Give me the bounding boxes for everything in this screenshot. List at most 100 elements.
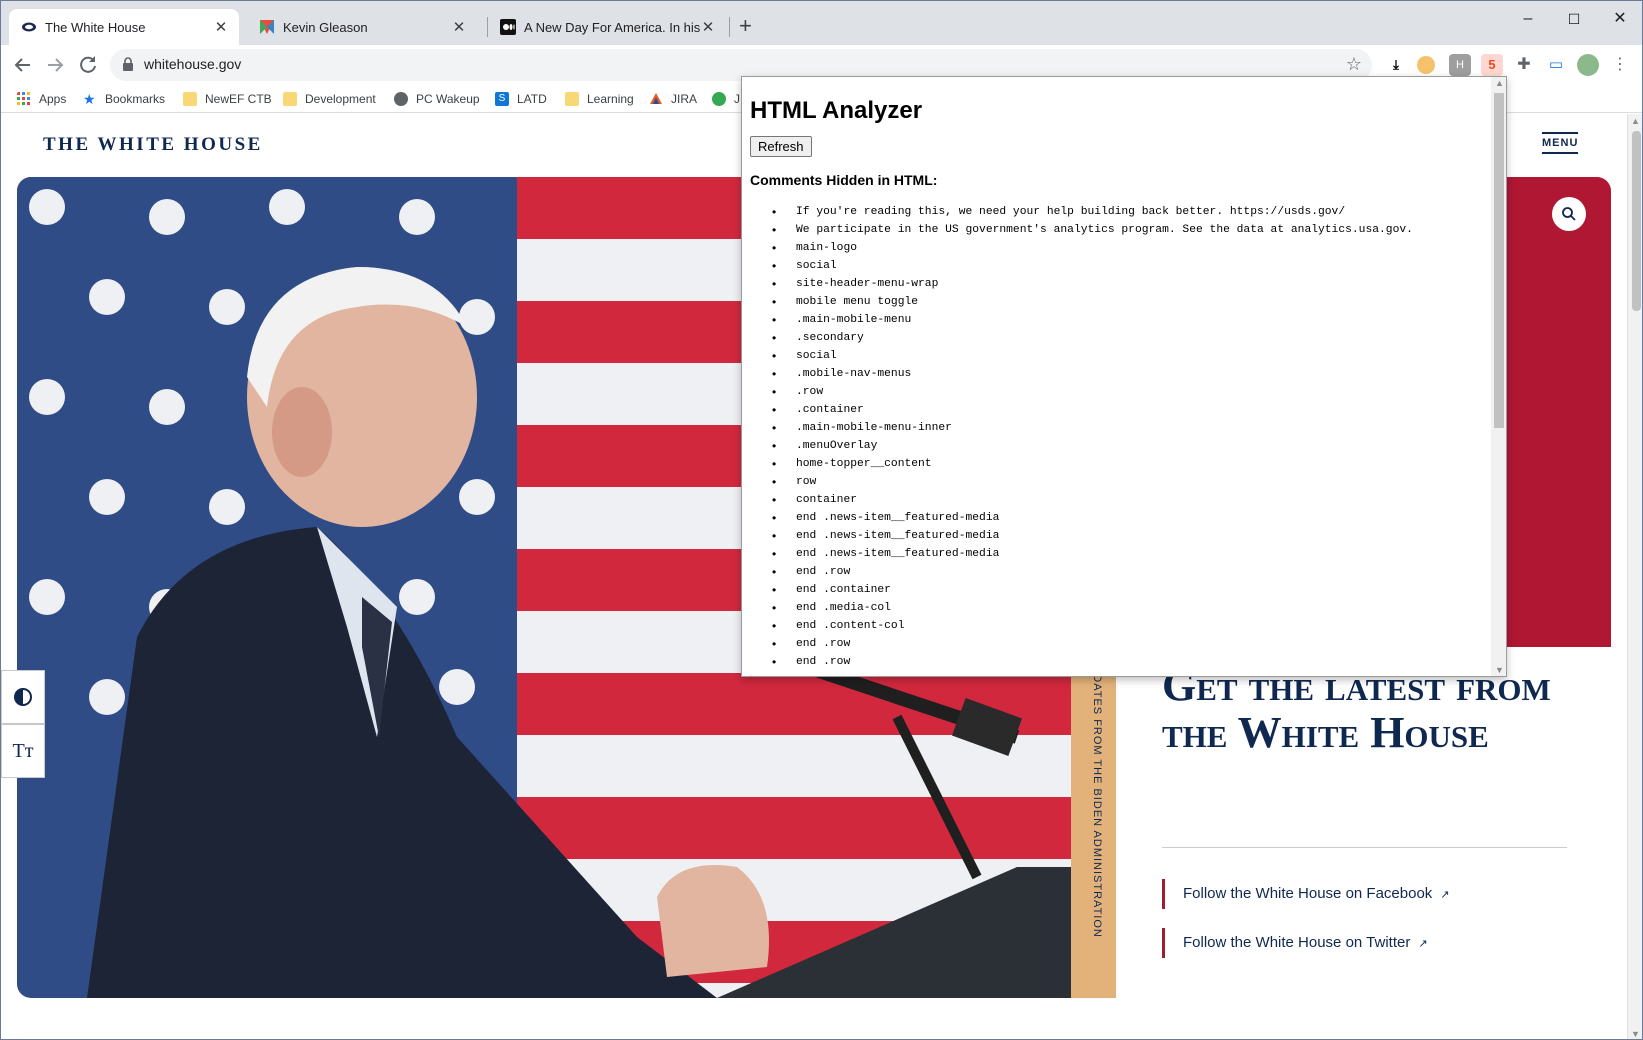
close-window-button[interactable]: ✕ (1597, 5, 1642, 33)
scroll-up-icon[interactable]: ▲ (1631, 116, 1640, 126)
bookmark-development[interactable]: Development (283, 90, 376, 108)
text-size-icon: Tт (12, 740, 34, 762)
bookmark-star-icon[interactable]: ☆ (1346, 54, 1362, 75)
tab-title: A New Day For America. In his in (524, 19, 700, 35)
html-analyzer-popup: HTML Analyzer Refresh Comments Hidden in… (741, 76, 1507, 677)
whitehouse-favicon (22, 22, 36, 32)
follow-facebook-label: Follow the White House on Facebook (1183, 885, 1433, 902)
comment-item: .secondary (772, 329, 1491, 347)
profile-avatar[interactable] (1577, 54, 1599, 76)
back-button[interactable] (11, 53, 35, 77)
ext-grey-icon[interactable]: H (1449, 54, 1471, 76)
comments-list: If you're reading this, we need your hel… (750, 203, 1491, 671)
scroll-down-icon[interactable]: ▼ (1631, 1029, 1640, 1039)
bookmark-label: PC Wakeup (416, 92, 480, 106)
bookmark-label: Bookmarks (105, 92, 166, 106)
jira-icon (650, 93, 662, 104)
tab-kevin-gleason[interactable]: Kevin Gleason ✕ (247, 9, 477, 45)
menu-button[interactable]: MENU (1542, 132, 1579, 154)
comment-item: home-topper__content (772, 455, 1491, 473)
comment-item: end .news-item__featured-media (772, 545, 1491, 563)
tab-title: Kevin Gleason (283, 19, 368, 35)
ext-cookie-icon[interactable] (1417, 56, 1435, 74)
tab-new-day[interactable]: A New Day For America. In his in ✕ (488, 9, 726, 45)
ext-download-icon[interactable]: ⤓ (1385, 54, 1407, 76)
ext-html5-icon[interactable]: 5 (1481, 54, 1503, 76)
bookmark-label: NewEF CTB (205, 92, 272, 106)
bookmark-newef-ctb[interactable]: NewEF CTB (183, 90, 272, 108)
new-tab-button[interactable]: + (739, 13, 752, 39)
comment-item: end .container (772, 581, 1491, 599)
search-button[interactable] (1552, 197, 1586, 231)
comment-item: end .news-item__featured-media (772, 509, 1491, 527)
popup-scrollbar[interactable]: ▲ ▼ (1491, 77, 1506, 676)
bookmark-label: Learning (587, 92, 634, 106)
refresh-button[interactable]: Refresh (750, 136, 812, 157)
bookmark-latd[interactable]: S LATD (495, 90, 547, 108)
comment-item: end .row (772, 653, 1491, 671)
updates-strip-text: UPDATES FROM THE BIDEN ADMINISTRATION (1091, 657, 1103, 938)
follow-twitter-link[interactable]: Follow the White House on Twitter ↗ (1162, 928, 1462, 958)
popup-scrollbar-thumb[interactable] (1494, 93, 1504, 428)
bookmark-jira[interactable]: JIRA (649, 90, 697, 108)
comment-item: social (772, 347, 1491, 365)
comment-item: container (772, 491, 1491, 509)
globe-icon (394, 92, 408, 106)
cast-icon[interactable]: ▭ (1545, 54, 1567, 76)
close-tab-icon[interactable]: ✕ (700, 18, 716, 36)
bookmark-pc-wakeup[interactable]: PC Wakeup (394, 90, 480, 108)
contrast-toggle-button[interactable] (1, 670, 45, 724)
comment-item: main-logo (772, 239, 1491, 257)
close-tab-icon[interactable]: ✕ (451, 18, 467, 36)
reload-icon (80, 56, 96, 73)
main-logo[interactable]: THE WHITE HOUSE (43, 134, 263, 156)
forward-button[interactable] (43, 53, 67, 77)
browser-menu-icon[interactable]: ⋮ (1609, 54, 1631, 76)
folder-icon (565, 92, 579, 106)
green-icon (712, 92, 726, 106)
bookmark-apps[interactable]: Apps (17, 90, 66, 108)
text-size-button[interactable]: Tт (1, 724, 45, 778)
scrollbar-thumb[interactable] (1632, 131, 1641, 311)
bookmark-j[interactable]: J (712, 90, 740, 108)
page-scrollbar[interactable]: ▲ ▼ (1627, 114, 1642, 1039)
scroll-up-icon[interactable]: ▲ (1495, 78, 1504, 88)
bookmark-bookmarks[interactable]: ★ Bookmarks (83, 90, 165, 108)
comments-heading: Comments Hidden in HTML: (750, 172, 938, 188)
comment-item: .main-mobile-menu-inner (772, 419, 1491, 437)
comment-item: end .news-item__featured-media (772, 527, 1491, 545)
external-link-icon: ↗ (1418, 938, 1428, 950)
bookmark-label: JIRA (671, 92, 698, 106)
contrast-icon (14, 688, 32, 706)
forward-arrow-icon (48, 58, 64, 72)
bookmark-label: Development (305, 92, 376, 106)
extensions-puzzle-icon[interactable]: ✚ (1513, 54, 1535, 76)
star-icon: ★ (83, 91, 96, 107)
close-tab-icon[interactable]: ✕ (213, 18, 229, 36)
follow-facebook-link[interactable]: Follow the White House on Facebook ↗ (1162, 879, 1462, 909)
folder-icon (283, 92, 297, 106)
scroll-down-icon[interactable]: ▼ (1495, 665, 1504, 675)
tab-white-house[interactable]: The White House ✕ (9, 9, 239, 45)
maximize-button[interactable]: ☐ (1551, 5, 1597, 33)
bookmark-label: LATD (517, 92, 547, 106)
lock-icon (123, 57, 133, 71)
minimize-button[interactable]: – (1505, 5, 1551, 33)
bookmark-label: Apps (39, 92, 67, 106)
comment-item: social (772, 257, 1491, 275)
follow-twitter-label: Follow the White House on Twitter (1183, 934, 1411, 951)
comment-item: .row (772, 383, 1491, 401)
divider (1162, 847, 1567, 848)
comment-item: We participate in the US government's an… (772, 221, 1491, 239)
external-link-icon: ↗ (1440, 889, 1450, 901)
popup-content: HTML Analyzer Refresh Comments Hidden in… (742, 77, 1491, 676)
comment-item: end .row (772, 563, 1491, 581)
tab-strip: The White House ✕ Kevin Gleason ✕ A New … (1, 1, 1642, 45)
comment-item: end .content-col (772, 617, 1491, 635)
reload-button[interactable] (76, 53, 100, 77)
comment-item: row (772, 473, 1491, 491)
bookmark-label: J (734, 92, 740, 106)
bookmark-learning[interactable]: Learning (565, 90, 634, 108)
sharepoint-icon: S (495, 92, 509, 106)
popup-title: HTML Analyzer (750, 97, 923, 124)
